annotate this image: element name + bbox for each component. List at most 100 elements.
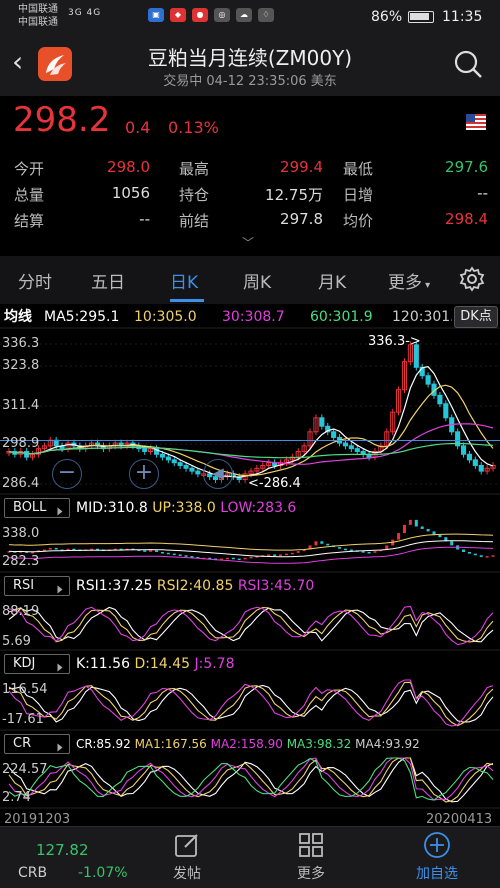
price-change-percent: 0.13% [168,118,219,137]
boll-indicator-button[interactable]: BOLL [4,498,70,518]
rsi-3: RSI3:45.70 [237,578,315,594]
cr-value: CR:85.92 [76,737,131,751]
candle-body [331,431,337,438]
quote-label: 最低 [343,160,374,178]
candle-body [354,448,360,452]
ticker-price[interactable]: 127.82 [36,841,89,859]
rsi-line [8,606,494,643]
boll-candle [267,554,271,556]
boll-low: LOW:283.6 [220,500,297,516]
quote-value: -- [139,210,150,228]
candle-body [466,453,472,461]
cr-ma3: MA3:98.32 [286,737,352,751]
boll-y-tick: 338.0 [2,526,40,541]
page-title: 豆粕当月连续(ZM00Y) [147,46,353,70]
kline-chart-area[interactable]: 均线 MA5:295.1 10:305.0 30:308.7 60:301.9 120:3… [0,304,500,827]
candle-body [171,459,177,464]
kdj-line [8,679,494,727]
app-notification-icon: ☁ [236,8,252,22]
more-button[interactable]: 更多 [276,831,346,887]
quote-value: 297.6 [445,158,488,176]
add-watchlist-label: 加自选 [416,866,458,882]
zoom-in-icon[interactable]: + [129,459,159,489]
boll-candle [349,549,353,552]
rsi-legend: RSI1:37.25 RSI2:40.85 RSI3:45.70 [76,575,314,597]
boll-candle [467,551,471,554]
rsi-y-tick: 88.19 [2,604,40,619]
tab-monthly-k[interactable]: 月K [318,268,346,293]
candle-body [443,403,449,419]
candle-body [159,453,166,458]
boll-candle [172,553,176,556]
kdj-d: D:14.45 [134,656,191,672]
search-icon[interactable] [452,48,484,80]
tab-more[interactable]: 更多 ▾ [388,268,430,293]
quote-value: 298.0 [107,158,150,176]
boll-candle [479,555,483,557]
ma-line [8,366,494,478]
quote-label: 今开 [14,160,45,178]
app-notification-icon: ◎ [214,8,230,22]
ticker-name[interactable]: CRB [18,865,47,881]
last-price: 298.2 [13,100,111,140]
signal-indicator: 3G 4G [68,8,102,18]
dk-point-button[interactable]: DK点 [454,306,498,328]
kdj-y-tick: -17.61 [2,712,44,727]
boll-candle [343,548,347,551]
cr-y-tick: 224.57 [2,762,48,777]
kdj-k: K:11.56 [76,656,130,672]
candle-body [189,467,195,472]
boll-candle [284,553,288,556]
quote-label: 结算 [14,212,45,230]
boll-candle [491,555,495,557]
notification-icons: ▣ ◆ ● ◎ ☁ ♢ [148,8,274,22]
cr-indicator-button[interactable]: CR [4,734,70,754]
candle-body [24,450,30,458]
chevron-down-icon[interactable]: ﹀ [242,234,254,251]
candle-body [177,462,183,466]
quote-value: 297.8 [280,210,323,228]
zoom-out-icon[interactable]: − [52,459,82,489]
scroll-left-icon[interactable]: ◀ [203,459,233,489]
y-tick: 311.4 [2,398,40,413]
app-header: ‹ 豆粕当月连续(ZM00Y) 交易中 04-12 23:35:06 美东 [0,34,500,96]
plus-circle-icon [424,832,450,858]
rsi-1: RSI1:37.25 [76,578,153,594]
boll-candle [473,553,477,556]
tab-timeshare[interactable]: 分时 [18,268,52,293]
rsi-indicator-button[interactable]: RSI [4,576,70,596]
ticker-change-percent[interactable]: -1.07% [78,865,128,881]
legend-item: 60:301.9 [310,309,373,325]
tab-weekly-k[interactable]: 周K [243,268,271,293]
tab-five-day[interactable]: 五日 [91,268,125,293]
boll-candle [314,541,318,546]
legend-item: 均线 [4,309,32,325]
app-notification-icon: ▣ [148,8,164,22]
kdj-legend: K:11.56 D:14.45 J:5.78 [76,653,235,675]
battery-percent: 86% [371,9,403,25]
app-notification-icon: ♢ [258,8,274,22]
boll-candle [320,541,324,544]
tab-daily-k[interactable]: 日K [170,268,198,293]
boll-candle [279,554,283,556]
boll-candle [361,551,365,553]
quote-panel: 298.2 0.4 0.13% 今开 298.0 最高 299.4 最低 297.6 总量 1… [0,96,500,256]
cr-y-tick: 2.74 [2,790,31,805]
candle-body [53,439,59,447]
boll-candle [273,554,277,556]
kdj-indicator-button[interactable]: KDJ [4,654,70,674]
boll-candle [450,541,454,546]
quote-label: 日增 [343,186,374,204]
cr-line [8,757,494,803]
boll-candle [438,534,442,538]
post-button[interactable]: 发帖 [152,831,222,887]
add-watchlist-button[interactable]: 加自选 [402,831,472,887]
boll-candle [249,556,253,559]
carrier-1: 中国联通 [18,4,58,15]
boll-candle [160,551,164,554]
cr-ma4: MA4:93.92 [355,737,420,751]
y-tick: 323.8 [2,358,40,373]
gear-icon[interactable] [459,266,485,292]
boll-candle [149,550,153,552]
clock: 11:35 [442,9,483,25]
